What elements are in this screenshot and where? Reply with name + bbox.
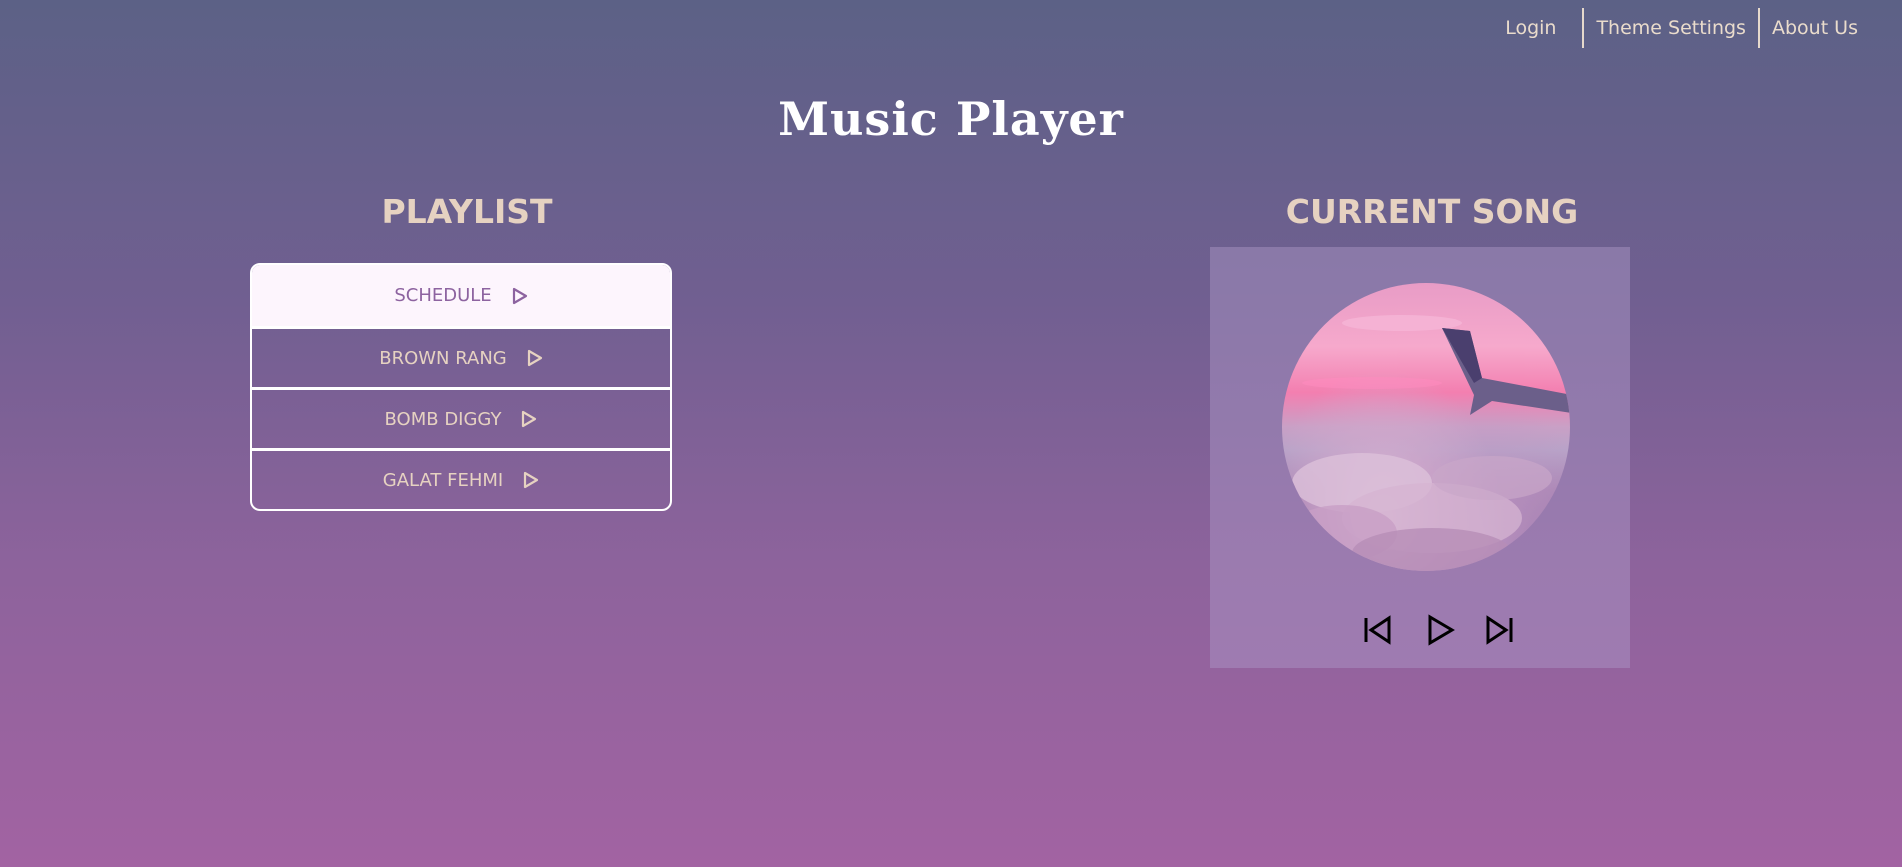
playlist-item-galat-fehmi[interactable]: GALAT FEHMI: [252, 448, 670, 509]
login-link[interactable]: Login: [1493, 8, 1582, 48]
play-icon[interactable]: [527, 349, 543, 367]
current-song-heading: CURRENT SONG: [1285, 192, 1579, 231]
skip-previous-icon[interactable]: [1361, 613, 1395, 647]
play-icon[interactable]: [523, 471, 539, 489]
playlist-heading: PLAYLIST: [381, 192, 553, 231]
play-icon[interactable]: [521, 410, 537, 428]
top-nav: Login Theme Settings About Us: [1493, 8, 1870, 48]
skip-next-icon[interactable]: [1482, 613, 1516, 647]
playlist-item-schedule[interactable]: SCHEDULE: [252, 265, 670, 326]
track-title: BROWN RANG: [379, 347, 507, 369]
album-art: [1282, 283, 1570, 571]
playlist-item-bomb-diggy[interactable]: BOMB DIGGY: [252, 387, 670, 448]
track-title: GALAT FEHMI: [382, 469, 504, 491]
current-song-card: [1210, 247, 1630, 668]
page-title: Music Player: [778, 92, 1124, 146]
playlist: SCHEDULE BROWN RANG BOMB DIGGY GALAT FEH…: [250, 263, 672, 511]
play-icon[interactable]: [512, 287, 528, 305]
track-title: BOMB DIGGY: [384, 408, 502, 430]
track-title: SCHEDULE: [394, 285, 492, 306]
theme-settings-link[interactable]: Theme Settings: [1584, 8, 1758, 48]
play-icon[interactable]: [1423, 613, 1457, 647]
about-us-link[interactable]: About Us: [1760, 8, 1870, 48]
playlist-item-brown-rang[interactable]: BROWN RANG: [252, 326, 670, 387]
